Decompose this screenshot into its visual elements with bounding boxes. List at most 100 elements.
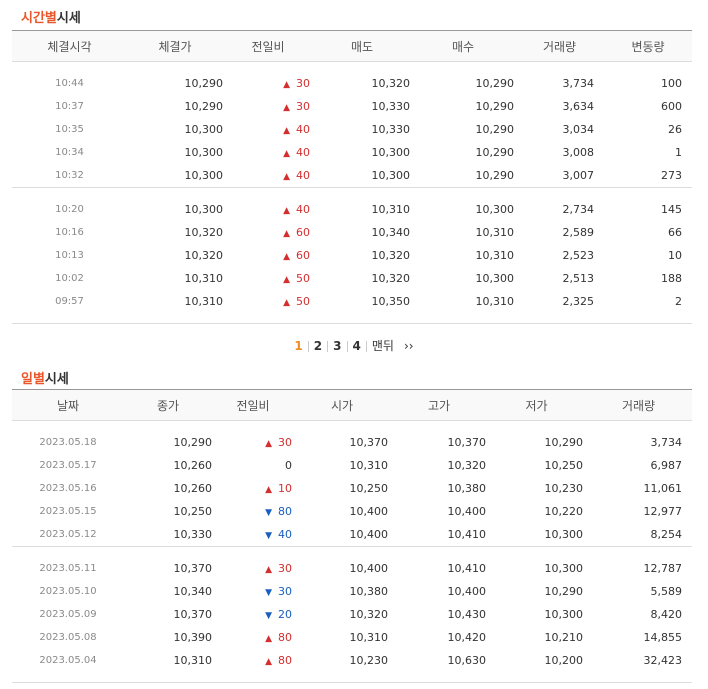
row-spacer: [12, 313, 692, 324]
row-volume: 2,734: [562, 203, 595, 216]
pagination: 1 2 3 4 맨뒤 ››: [0, 337, 708, 354]
triangle-up-icon: ▲: [265, 485, 272, 495]
row-change: 0: [212, 454, 294, 477]
triangle-up-icon: ▲: [283, 126, 290, 136]
row-volume: 12,787: [643, 562, 683, 575]
row-delta: 1: [675, 146, 682, 159]
triangle-up-icon: ▲: [283, 206, 290, 216]
row-price: 10,310: [184, 295, 224, 308]
row-price: 10,300: [184, 123, 224, 136]
spacer-cell: [12, 323, 692, 324]
row-volume: 3,007: [562, 169, 595, 182]
row-spacer: [12, 421, 692, 432]
col-header-price: 체결가: [127, 30, 223, 62]
row-bid: 10,290: [475, 123, 515, 136]
row-bid: 10,290: [475, 100, 515, 113]
change-value: 40: [296, 169, 310, 182]
triangle-down-icon: ▼: [265, 531, 272, 541]
row-volume: 2,523: [562, 249, 595, 262]
row-high: 10,380: [447, 482, 487, 495]
page-link-1[interactable]: 1: [289, 339, 307, 353]
change-value: 60: [296, 249, 310, 262]
col-header-change: 전일비: [223, 30, 313, 62]
row-price: 10,310: [184, 272, 224, 285]
triangle-down-icon: ▼: [265, 508, 272, 518]
row-time: 10:16: [55, 227, 84, 238]
change-value: 30: [296, 100, 310, 113]
page-link-3[interactable]: 3: [328, 339, 346, 353]
page-link-2[interactable]: 2: [309, 339, 327, 353]
spacer-cell: [12, 188, 692, 198]
row-delta: 66: [668, 226, 682, 239]
row-spacer: [12, 672, 692, 683]
row-close: 10,260: [173, 482, 213, 495]
row-date: 2023.05.10: [39, 586, 97, 597]
triangle-up-icon: ▲: [283, 229, 290, 239]
row-volume: 3,734: [562, 77, 595, 90]
change-value: 50: [296, 295, 310, 308]
table-row: 2023.05.08 10,390 ▲ 80 10,310 10,420 10,210 14,…: [12, 626, 692, 649]
row-delta: 188: [661, 272, 682, 285]
daily-section-title: 일별시세: [21, 368, 69, 387]
row-bid: 10,290: [475, 169, 515, 182]
row-price: 10,320: [184, 249, 224, 262]
row-low: 10,220: [544, 505, 584, 518]
row-volume: 8,420: [650, 608, 683, 621]
table-row: 2023.05.10 10,340 ▼ 30 10,380 10,400 10,290 5,5…: [12, 580, 692, 603]
triangle-up-icon: ▲: [265, 439, 272, 449]
row-change: ▲ 10: [212, 477, 294, 500]
row-change: ▲ 40: [223, 141, 313, 164]
double-chevron-right-icon[interactable]: ››: [399, 339, 419, 353]
row-low: 10,290: [544, 585, 584, 598]
row-price: 10,300: [184, 203, 224, 216]
spacer-cell: [12, 682, 692, 683]
col-header-close: 종가: [124, 389, 212, 421]
row-volume: 32,423: [643, 654, 683, 667]
row-change: ▲ 30: [212, 557, 294, 580]
row-volume: 2,513: [562, 272, 595, 285]
change-value: 60: [296, 226, 310, 239]
row-open: 10,230: [349, 654, 389, 667]
change-value: 40: [296, 123, 310, 136]
last-page-link[interactable]: 맨뒤: [367, 337, 399, 354]
row-spacer: [12, 323, 692, 324]
row-ask: 10,320: [371, 249, 411, 262]
row-bid: 10,290: [475, 146, 515, 159]
row-ask: 10,330: [371, 100, 411, 113]
row-volume: 3,634: [562, 100, 595, 113]
triangle-up-icon: ▲: [283, 172, 290, 182]
row-delta: 10: [668, 249, 682, 262]
row-volume: 8,254: [650, 528, 683, 541]
change-value: 30: [278, 585, 292, 598]
table-row: 10:13 10,320 ▲ 60 10,320 10,310 2,523 10: [12, 244, 692, 267]
row-change: ▲ 80: [212, 626, 294, 649]
row-open: 10,400: [349, 505, 389, 518]
change-value: 40: [296, 146, 310, 159]
spacer-cell: [12, 547, 692, 557]
row-bid: 10,300: [475, 272, 515, 285]
row-change: ▲ 60: [223, 244, 313, 267]
row-low: 10,250: [544, 459, 584, 472]
col-header-change: 전일비: [212, 389, 294, 421]
col-header-volume: 거래량: [515, 30, 604, 62]
triangle-up-icon: ▲: [283, 275, 290, 285]
row-high: 10,400: [447, 505, 487, 518]
row-date: 2023.05.04: [39, 655, 97, 666]
row-high: 10,420: [447, 631, 487, 644]
row-spacer: [12, 62, 692, 73]
row-open: 10,370: [349, 436, 389, 449]
row-date: 2023.05.09: [39, 609, 97, 620]
table-row: 2023.05.17 10,260 0 10,310 10,320 10,250 6,987: [12, 454, 692, 477]
table-row: 2023.05.04 10,310 ▲ 80 10,230 10,630 10,200 32,…: [12, 649, 692, 672]
col-header-low: 저가: [488, 389, 585, 421]
row-change: ▲ 50: [223, 267, 313, 290]
change-value: 0: [285, 459, 292, 472]
row-date: 2023.05.08: [39, 632, 97, 643]
row-time: 10:32: [55, 170, 84, 181]
row-open: 10,400: [349, 528, 389, 541]
table-row: 2023.05.09 10,370 ▼ 20 10,320 10,430 10,300 8,4…: [12, 603, 692, 626]
row-low: 10,300: [544, 562, 584, 575]
row-spacer: [12, 188, 692, 198]
row-change: ▲ 30: [223, 95, 313, 118]
page-link-4[interactable]: 4: [348, 339, 366, 353]
